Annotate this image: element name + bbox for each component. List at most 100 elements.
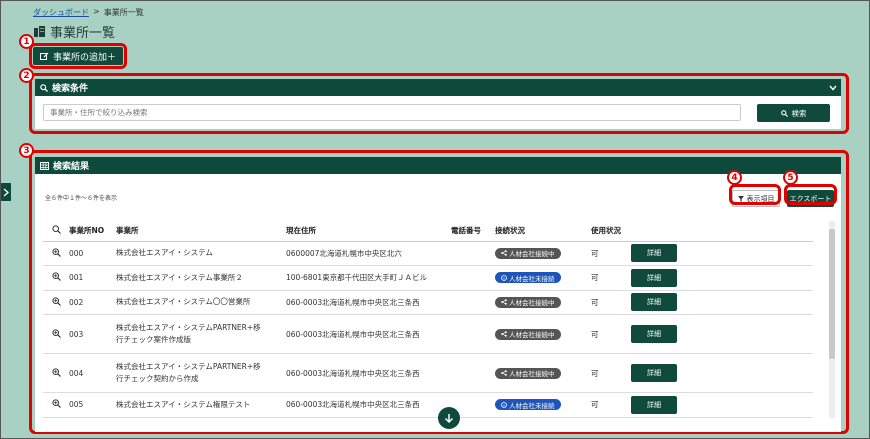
office-no: 004 xyxy=(69,353,116,393)
usage-status: 可 xyxy=(591,314,631,354)
action-cell: 詳細 xyxy=(631,314,813,354)
table-row: 002 株式会社エスアイ・システム〇〇営業所 060-0003北海道札幌市中央区北三… xyxy=(43,290,813,315)
highlight-box-4 xyxy=(729,184,781,205)
office-phone xyxy=(451,290,495,315)
office-name-cell: 株式会社エスアイ・システム事業所２ xyxy=(116,265,286,291)
search-button[interactable]: 検索 xyxy=(757,104,830,122)
office-address: 060-0003北海道札幌市中央区北三条西 xyxy=(286,314,451,354)
header-address[interactable]: 現在住所 xyxy=(286,221,451,242)
status-badge: 人材会社未接続 xyxy=(495,399,561,411)
office-no: 000 xyxy=(69,241,116,266)
office-no: 005 xyxy=(69,392,116,418)
connection-status-cell: 人材会社接続中 xyxy=(495,353,591,393)
office-table: 事業所NO 事業所 現在住所 電話番号 接続状況 使用状況 000 株式会社エスア… xyxy=(43,221,813,418)
office-address: 0600007北海道札幌市中央区北六 xyxy=(286,241,451,266)
add-office-button[interactable]: 事業所の追加＋ xyxy=(33,47,123,65)
table-row: 000 株式会社エスアイ・システム 0600007北海道札幌市中央区北六 人材会社接続… xyxy=(43,241,813,266)
action-cell: 詳細 xyxy=(631,353,813,393)
office-name: 株式会社エスアイ・システムPARTNER+移 xyxy=(116,323,261,332)
status-text: 人材会社接続中 xyxy=(509,250,555,259)
detail-button[interactable]: 詳細 xyxy=(631,325,677,343)
office-name: 株式会社エスアイ・システム権限テスト xyxy=(116,399,251,409)
usage-status: 可 xyxy=(591,265,631,291)
results-panel-title: 検索結果 xyxy=(53,162,90,172)
search-panel-title: 検索条件 xyxy=(52,84,89,94)
row-zoom-cell[interactable] xyxy=(43,353,69,393)
office-name: 株式会社エスアイ・システム事業所２ xyxy=(116,272,243,282)
connection-status-cell: 人材会社未接続 xyxy=(495,392,591,418)
page-title-text: 事業所一覧 xyxy=(50,26,116,41)
action-cell: 詳細 xyxy=(631,290,813,315)
edit-icon xyxy=(39,52,49,60)
row-zoom-cell[interactable] xyxy=(43,290,69,315)
table-row: 005 株式会社エスアイ・システム権限テスト 060-0003北海道札幌市中央区北三… xyxy=(43,392,813,418)
usage-status: 可 xyxy=(591,353,631,393)
share-icon xyxy=(501,331,507,337)
zoom-in-icon[interactable] xyxy=(51,248,61,257)
row-zoom-cell[interactable] xyxy=(43,314,69,354)
detail-button[interactable]: 詳細 xyxy=(631,293,677,312)
detail-button[interactable]: 詳細 xyxy=(631,244,677,263)
office-name-cell: 株式会社エスアイ・システムPARTNER+移 行チェック案件作成版 xyxy=(116,314,286,354)
action-cell: 詳細 xyxy=(631,241,813,266)
usage-status: 可 xyxy=(591,241,631,266)
status-badge: 人材会社接続中 xyxy=(495,328,561,340)
breadcrumb-home-link[interactable]: ダッシュボード xyxy=(33,7,89,18)
row-zoom-cell[interactable] xyxy=(43,392,69,418)
header-office-no[interactable]: 事業所NO xyxy=(69,221,116,242)
breadcrumb-separator: > xyxy=(93,7,100,16)
share-icon xyxy=(501,299,507,306)
callout-4: 4 xyxy=(727,170,742,185)
header-phone[interactable]: 電話番号 xyxy=(451,221,495,242)
office-name: 株式会社エスアイ・システム xyxy=(116,248,213,258)
search-input[interactable] xyxy=(43,104,741,121)
connection-status-cell: 人材会社接続中 xyxy=(495,241,591,266)
office-name-line2: 行チェック案件作成版 xyxy=(116,335,191,344)
page-title: 事業所一覧 xyxy=(33,22,115,41)
office-address: 060-0003北海道札幌市中央区北三条西 xyxy=(286,353,451,393)
status-text: 人材会社接続中 xyxy=(509,331,555,339)
search-panel-header[interactable]: 検索条件 xyxy=(35,79,841,96)
office-building-icon xyxy=(34,26,45,37)
detail-button[interactable]: 詳細 xyxy=(631,395,677,414)
breadcrumb-current: 事業所一覧 xyxy=(103,8,144,17)
office-phone xyxy=(451,265,495,291)
header-usage[interactable]: 使用状況 xyxy=(591,221,631,242)
office-phone xyxy=(451,241,495,266)
chevron-down-icon[interactable] xyxy=(829,85,837,91)
results-panel: 検索結果 全６件中１件～６件を表示 表示項目 エクスポート 事業所NO 事業所 … xyxy=(35,157,841,432)
scrollbar-thumb[interactable] xyxy=(829,229,835,359)
callout-3: 3 xyxy=(19,143,34,158)
arrow-down-icon xyxy=(444,414,454,423)
detail-button[interactable]: 詳細 xyxy=(631,364,677,382)
scroll-down-button[interactable] xyxy=(438,407,460,429)
usage-status: 可 xyxy=(591,392,631,418)
scrollbar[interactable] xyxy=(829,221,835,418)
header-zoom xyxy=(43,221,69,242)
zoom-in-icon[interactable] xyxy=(51,367,61,377)
table-header-row: 事業所NO 事業所 現在住所 電話番号 接続状況 使用状況 xyxy=(43,221,813,242)
row-zoom-cell[interactable] xyxy=(43,265,69,291)
add-office-label: 事業所の追加＋ xyxy=(52,51,116,62)
detail-button[interactable]: 詳細 xyxy=(631,268,677,287)
header-office[interactable]: 事業所 xyxy=(116,221,286,242)
row-zoom-cell[interactable] xyxy=(43,241,69,266)
office-name-line2: 行チェック契約から作成 xyxy=(116,374,199,383)
zoom-in-icon[interactable] xyxy=(51,272,61,282)
zoom-in-icon[interactable] xyxy=(51,399,61,409)
table-icon xyxy=(40,161,49,170)
result-count: 全６件中１件～６件を表示 xyxy=(45,195,118,202)
zoom-in-icon[interactable] xyxy=(51,297,61,306)
search-icon xyxy=(40,83,48,92)
status-badge: 人材会社未接続 xyxy=(495,272,561,284)
share-icon xyxy=(501,250,507,257)
office-name-cell: 株式会社エスアイ・システム権限テスト xyxy=(116,392,286,418)
search-button-label: 検索 xyxy=(791,108,807,118)
table-row: 001 株式会社エスアイ・システム事業所２ 100-6801東京都千代田区大手町ＪＡ… xyxy=(43,265,813,291)
search-panel: 検索条件 検索 xyxy=(35,79,841,129)
office-name-cell: 株式会社エスアイ・システム xyxy=(116,241,286,266)
office-phone xyxy=(451,314,495,354)
sidebar-toggle[interactable] xyxy=(1,183,11,201)
zoom-in-icon[interactable] xyxy=(51,328,61,338)
header-connection[interactable]: 接続状況 xyxy=(495,221,591,242)
